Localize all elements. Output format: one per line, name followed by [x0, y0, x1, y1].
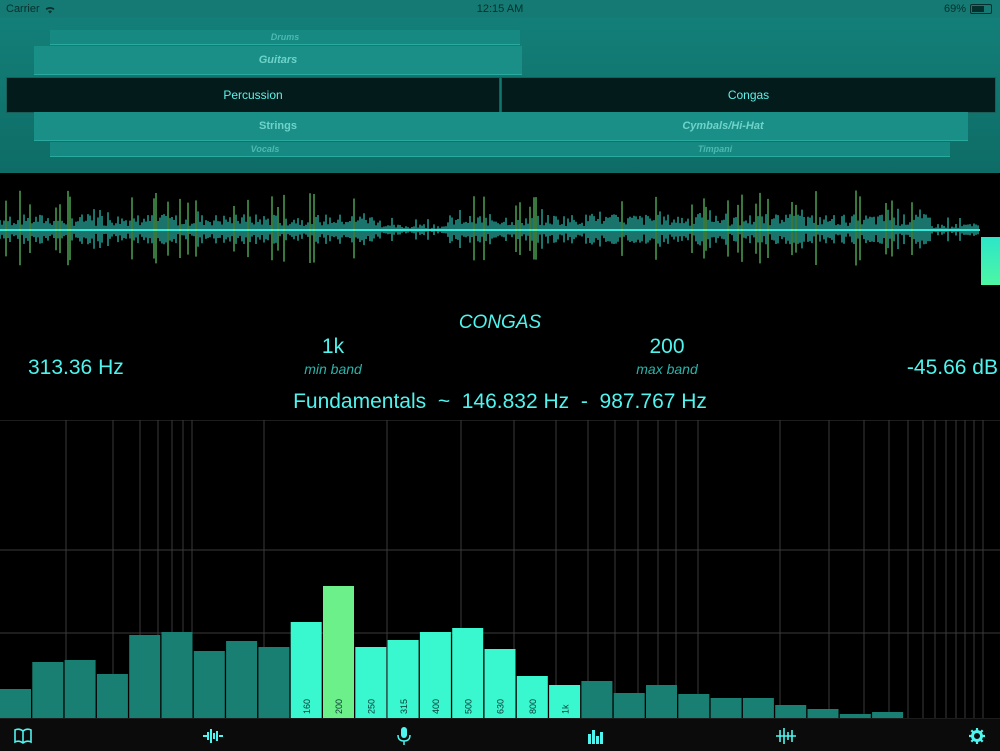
picker-right-row[interactable]: Timpani	[480, 142, 950, 157]
spectrum-bar	[646, 685, 677, 718]
picker-right-selected[interactable]: Congas	[501, 77, 996, 113]
spectrum-bar	[64, 660, 96, 718]
level-db-readout: -45.66 dB	[906, 356, 998, 379]
battery-percentage: 69%	[943, 3, 966, 15]
fundamentals-readout: Fundamentals ~ 146.832 Hz - 987.767 Hz	[0, 390, 1000, 414]
gear-icon[interactable]	[966, 725, 988, 747]
spectrum-bar	[226, 641, 258, 718]
band-label: 400	[431, 699, 441, 714]
spectrum-bar	[258, 647, 290, 718]
spectrum-bar	[742, 698, 774, 718]
battery-indicator: 69%	[944, 3, 992, 15]
picker-left-row[interactable]: Vocals	[50, 142, 480, 157]
spectrum-bar	[678, 694, 710, 718]
spectrum-icon[interactable]	[585, 725, 607, 747]
max-band-label: max band	[636, 361, 698, 377]
waveform-display	[0, 190, 980, 266]
fundamentals-high: 987.767 Hz	[599, 390, 707, 413]
microphone-icon[interactable]	[393, 725, 415, 747]
tab-bar	[0, 718, 1000, 751]
band-label: 315	[399, 699, 409, 714]
clock: 12:15 AM	[476, 3, 524, 15]
spectrum-bar	[161, 632, 193, 718]
fundamentals-label: Fundamentals	[293, 390, 427, 413]
fundamentals-separator: ~	[437, 390, 451, 413]
spectrum-bar	[0, 689, 31, 718]
spectrum-bar	[807, 709, 839, 718]
spectrum-chart: 160 200 250 315 400 500 630 800 1k	[0, 420, 1000, 718]
fundamentals-dash: -	[580, 390, 588, 413]
spectrum-bar	[32, 662, 64, 718]
band-label: 630	[496, 699, 506, 714]
level-meter	[981, 237, 1000, 285]
spectrum-bar	[710, 698, 742, 718]
min-band-value: 1k	[321, 335, 345, 358]
band-label: 800	[528, 699, 538, 714]
band-label: 160	[302, 699, 312, 714]
instrument-title: CONGAS	[458, 312, 542, 333]
band-label: 500	[463, 699, 473, 714]
spectrum-bar	[613, 693, 645, 718]
picker-left-row[interactable]: Strings	[34, 112, 522, 141]
max-band-value: 200	[649, 335, 685, 358]
spectrum-bar	[323, 586, 354, 718]
book-icon[interactable]	[12, 725, 34, 747]
picker-right-row[interactable]: Cymbals/Hi-Hat	[478, 112, 968, 141]
spectrum-bar	[775, 705, 807, 718]
spectrum-bar	[129, 635, 161, 718]
instrument-picker[interactable]: Drums Guitars Percussion Congas Strings …	[0, 18, 1000, 173]
current-frequency: 313.36 Hz	[28, 356, 124, 379]
picker-left-row[interactable]: Guitars	[34, 46, 522, 75]
filter-icon[interactable]	[775, 725, 797, 747]
spectrum-bar	[193, 651, 225, 718]
picker-left-row[interactable]: Drums	[50, 30, 520, 45]
battery-icon	[970, 4, 992, 14]
fundamentals-low: 146.832 Hz	[461, 390, 570, 413]
status-bar: Carrier 12:15 AM 69%	[0, 0, 1000, 18]
waveform-icon[interactable]	[202, 725, 224, 747]
band-label: 1k	[560, 704, 570, 714]
band-label: 250	[366, 699, 376, 714]
band-label: 200	[334, 699, 344, 714]
spectrum-bar	[581, 681, 613, 718]
min-band-label: min band	[304, 361, 362, 377]
spectrum-bar	[96, 674, 128, 718]
picker-left-selected[interactable]: Percussion	[6, 77, 500, 113]
